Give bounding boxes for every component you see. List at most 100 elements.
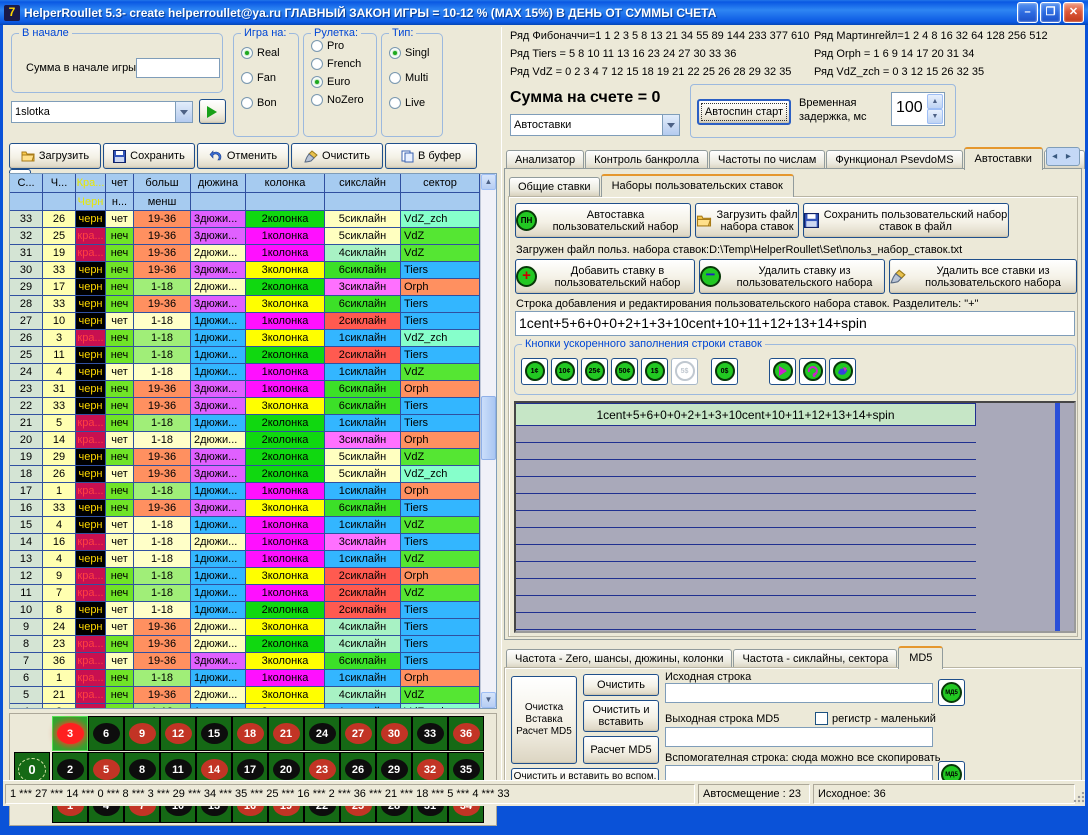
table-row[interactable]: 215кра...неч1-181дюжи...2колонка1сиклайн… bbox=[10, 415, 480, 432]
play-chip-button[interactable] bbox=[769, 358, 796, 385]
table-row[interactable]: 3225кра...неч19-363дюжи...1колонка5сикла… bbox=[10, 228, 480, 245]
md5-big-button[interactable]: Очистка Вставка Расчет MD5 bbox=[511, 676, 577, 764]
bet-list-row[interactable] bbox=[516, 426, 976, 443]
bet-list-row[interactable] bbox=[516, 613, 976, 630]
radio-game-fan[interactable]: Fan bbox=[241, 72, 298, 84]
table-row[interactable]: 3119кра...неч19-362дюжи...1колонка4сикла… bbox=[10, 245, 480, 262]
autobet-userset-button[interactable]: ПН Автоставка пользовательский набор bbox=[515, 203, 691, 238]
chip-button-50c[interactable]: 50¢ bbox=[611, 358, 638, 385]
table-row[interactable]: 2014кра...чет1-182дюжи...2колонка3сиклай… bbox=[10, 432, 480, 449]
repeat-chip-button[interactable] bbox=[799, 358, 826, 385]
spinner-down-icon[interactable]: ▼ bbox=[927, 109, 943, 124]
tab-main-анализатор[interactable]: Анализатор bbox=[506, 150, 584, 169]
board-cell-9[interactable]: 9 bbox=[124, 716, 160, 751]
table-row[interactable]: 736кра...чет19-363дюжи...3колонка6сиклай… bbox=[10, 653, 480, 670]
tab-main-автоставки[interactable]: Автоставки bbox=[964, 147, 1043, 170]
radio-type-multi[interactable]: Multi bbox=[389, 72, 442, 84]
table-row[interactable]: 2511черннеч1-181дюжи...2колонка2сиклайнT… bbox=[10, 347, 480, 364]
lowercase-checkbox[interactable] bbox=[815, 712, 828, 725]
table-row[interactable]: 3326чернчет19-363дюжи...2колонка5сиклайн… bbox=[10, 211, 480, 228]
bet-list-row[interactable] bbox=[516, 630, 976, 633]
table-row[interactable]: 521кра...неч19-362дюжи...3колонка4сиклай… bbox=[10, 687, 480, 704]
table-row[interactable]: 1826чернчет19-363дюжи...2колонка5сиклайн… bbox=[10, 466, 480, 483]
bet-list-row[interactable] bbox=[516, 460, 976, 477]
load-bet-file-button[interactable]: Загрузить файл набора ставок bbox=[695, 203, 799, 238]
table-row[interactable]: 134чернчет1-181дюжи...1колонка1сиклайнVd… bbox=[10, 551, 480, 568]
preset-combobox[interactable]: 1slotka bbox=[11, 101, 193, 123]
tab-freq-частота-сиклайны-сектора[interactable]: Частота - сиклайны, сектора bbox=[733, 649, 897, 668]
radio-wheel-pro[interactable]: Pro bbox=[311, 40, 376, 52]
board-cell-30[interactable]: 30 bbox=[376, 716, 412, 751]
table-row[interactable]: 1633черннеч19-363дюжи...3колонка6сиклайн… bbox=[10, 500, 480, 517]
chip-button-10c[interactable]: 10¢ bbox=[551, 358, 578, 385]
chip-button-1d[interactable]: 1$ bbox=[641, 358, 668, 385]
table-row[interactable]: 3033черннеч19-363дюжи...3колонка6сиклайн… bbox=[10, 262, 480, 279]
preset-run-button[interactable] bbox=[199, 99, 226, 124]
delete-bet-button[interactable]: − Удалить ставку из пользовательского на… bbox=[699, 259, 885, 294]
bet-list-row[interactable] bbox=[516, 443, 976, 460]
bet-string-input[interactable]: 1cent+5+6+0+0+2+1+3+10cent+10+11+12+13+1… bbox=[515, 311, 1075, 336]
tab-sub-наборы-пользовательских-ставок[interactable]: Наборы пользовательских ставок bbox=[601, 174, 794, 197]
table-row[interactable]: 924чернчет19-362дюжи...3колонка4сиклайнT… bbox=[10, 619, 480, 636]
tab-freq-md5[interactable]: MD5 bbox=[898, 646, 943, 669]
copy-to-clipboard-button[interactable]: В буфер bbox=[385, 143, 477, 169]
board-cell-36[interactable]: 36 bbox=[448, 716, 484, 751]
bet-list-row[interactable] bbox=[516, 494, 976, 511]
table-row[interactable]: 2331черннеч19-363дюжи...1колонка6сиклайн… bbox=[10, 381, 480, 398]
delete-all-bets-button[interactable]: Удалить все ставки из пользовательского … bbox=[889, 259, 1077, 294]
board-cell-6[interactable]: 6 bbox=[88, 716, 124, 751]
radio-wheel-euro[interactable]: Euro bbox=[311, 76, 376, 88]
table-row[interactable]: 171кра...неч1-181дюжи...1колонка1сиклайн… bbox=[10, 483, 480, 500]
chip-button-25c[interactable]: 25¢ bbox=[581, 358, 608, 385]
board-cell-27[interactable]: 27 bbox=[340, 716, 376, 751]
table-row[interactable]: 43кра...неч1-181дюжи...3колонка1сиклайнV… bbox=[10, 704, 480, 709]
tab-scroll-arrows[interactable]: ◂ ▸ bbox=[1046, 147, 1080, 166]
bet-list-row-selected[interactable]: 1cent+5+6+0+0+2+1+3+10cent+10+11+12+13+1… bbox=[516, 403, 976, 426]
md5-calc-button[interactable]: Расчет MD5 bbox=[583, 736, 659, 764]
start-sum-input[interactable] bbox=[136, 58, 220, 78]
table-row[interactable]: 2233черннеч19-363дюжи...3колонка6сиклайн… bbox=[10, 398, 480, 415]
radio-wheel-nozero[interactable]: NoZero bbox=[311, 94, 376, 106]
table-row[interactable]: 1416кра...чет1-182дюжи...1колонка3сиклай… bbox=[10, 534, 480, 551]
delay-spinner[interactable]: 100 ▲ ▼ bbox=[891, 92, 945, 126]
maximize-button[interactable]: ❐ bbox=[1040, 2, 1061, 23]
bet-list-row[interactable] bbox=[516, 511, 976, 528]
clear-button[interactable]: Очистить bbox=[291, 143, 383, 169]
radio-type-singl[interactable]: Singl bbox=[389, 47, 442, 59]
bet-list-row[interactable] bbox=[516, 528, 976, 545]
board-cell-33[interactable]: 33 bbox=[412, 716, 448, 751]
table-row[interactable]: 263кра...неч1-181дюжи...3колонка1сиклайн… bbox=[10, 330, 480, 347]
bet-list-row[interactable] bbox=[516, 477, 976, 494]
board-cell-12[interactable]: 12 bbox=[160, 716, 196, 751]
chevron-down-icon[interactable] bbox=[175, 102, 192, 122]
table-row[interactable]: 117кра...неч1-181дюжи...1колонка2сиклайн… bbox=[10, 585, 480, 602]
table-scrollbar[interactable]: ▲ ▼ bbox=[480, 174, 496, 708]
undo-button[interactable]: Отменить bbox=[197, 143, 289, 169]
mode-combobox[interactable]: Автоставки bbox=[510, 114, 680, 136]
save-bet-file-button[interactable]: Сохранить пользовательский набор ставок … bbox=[803, 203, 1009, 238]
table-row[interactable]: 108чернчет1-181дюжи...2колонка2сиклайнTi… bbox=[10, 602, 480, 619]
board-cell-15[interactable]: 15 bbox=[196, 716, 232, 751]
load-button[interactable]: Загрузить bbox=[9, 143, 101, 169]
board-cell-21[interactable]: 21 bbox=[268, 716, 304, 751]
radio-game-bon[interactable]: Bon bbox=[241, 97, 298, 109]
table-row[interactable]: 154чернчет1-181дюжи...1колонка1сиклайнVd… bbox=[10, 517, 480, 534]
md5-clear-paste-button[interactable]: Очистить и вставить bbox=[583, 700, 659, 732]
radio-type-live[interactable]: Live bbox=[389, 97, 442, 109]
board-cell-24[interactable]: 24 bbox=[304, 716, 340, 751]
scroll-down-icon[interactable]: ▼ bbox=[481, 692, 496, 708]
chevron-down-icon[interactable] bbox=[662, 115, 679, 135]
tab-main-частоты-по-числам[interactable]: Частоты по числам bbox=[709, 150, 825, 169]
scrollbar-thumb[interactable] bbox=[481, 396, 496, 460]
close-button[interactable]: ✕ bbox=[1063, 2, 1084, 23]
md5-output-input[interactable] bbox=[665, 727, 933, 747]
save-button[interactable]: Сохранить bbox=[103, 143, 195, 169]
bet-list-row[interactable] bbox=[516, 562, 976, 579]
chip-button-0d[interactable]: 0$ bbox=[711, 358, 738, 385]
minimize-button[interactable]: – bbox=[1017, 2, 1038, 23]
table-row[interactable]: 1929черннеч19-363дюжи...2колонка5сиклайн… bbox=[10, 449, 480, 466]
shuffle-chip-button[interactable] bbox=[829, 358, 856, 385]
radio-game-real[interactable]: Real bbox=[241, 47, 298, 59]
table-row[interactable]: 61кра...неч1-181дюжи...1колонка1сиклайнO… bbox=[10, 670, 480, 687]
bet-set-list[interactable]: 1cent+5+6+0+0+2+1+3+10cent+10+11+12+13+1… bbox=[514, 401, 1076, 633]
